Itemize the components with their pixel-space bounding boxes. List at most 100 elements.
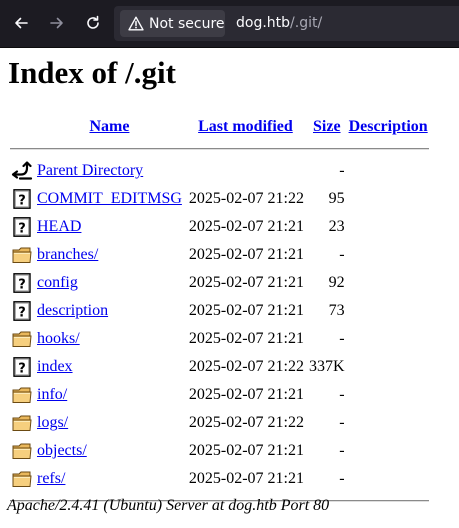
row-name-cell: description <box>36 298 183 324</box>
unknown-file-icon: ? <box>11 357 33 377</box>
url-bar[interactable]: Not secure dog.htb/.git/ <box>114 6 459 41</box>
folder-icon <box>11 469 33 489</box>
file-link[interactable]: index <box>37 358 73 375</box>
directory-listing: Name Last modified Size Description Pare… <box>8 112 431 510</box>
svg-text:?: ? <box>18 194 26 209</box>
row-modified-cell: 2025-02-07 21:22 <box>188 190 304 207</box>
table-row: ? HEAD 2025-02-07 21:21 23 <box>10 214 429 240</box>
row-modified-cell: 2025-02-07 21:22 <box>188 358 304 375</box>
row-description-cell <box>348 298 429 324</box>
table-row: info/2025-02-07 21:21 - <box>10 382 429 408</box>
row-icon-cell <box>10 438 34 464</box>
row-modified-cell: 2025-02-07 21:21 <box>188 218 304 235</box>
server-signature: Apache/2.4.41 (Ubuntu) Server at dog.htb… <box>7 497 330 514</box>
description-column-header: Description <box>348 114 429 140</box>
security-indicator[interactable]: Not secure <box>120 10 225 37</box>
svg-text:?: ? <box>18 278 26 293</box>
row-modified-cell: 2025-02-07 21:22 <box>188 414 304 431</box>
file-link[interactable]: COMMIT_EDITMSG <box>37 190 182 207</box>
folder-icon <box>11 413 33 433</box>
row-icon-cell <box>10 410 34 436</box>
header-divider <box>10 148 429 150</box>
arrow-right-icon <box>50 17 63 29</box>
forward-button[interactable] <box>43 9 71 37</box>
row-description-cell <box>348 326 429 352</box>
row-size-cell: 23 <box>328 218 345 235</box>
row-name-cell: HEAD <box>36 214 183 240</box>
row-description-cell <box>348 270 429 296</box>
folder-icon <box>11 245 33 265</box>
page-title: Index of /.git <box>8 55 176 90</box>
url-text[interactable]: dog.htb/.git/ <box>236 15 322 31</box>
row-description-cell <box>348 410 429 436</box>
row-size-cell: - <box>339 414 345 431</box>
row-modified-cell: 2025-02-07 21:21 <box>188 246 304 263</box>
header-row: Name Last modified Size Description <box>10 114 429 140</box>
row-description-cell <box>348 466 429 492</box>
row-modified-cell: 2025-02-07 21:21 <box>188 274 304 291</box>
table-row: ? description 2025-02-07 21:21 73 <box>10 298 429 324</box>
row-description-cell <box>348 382 429 408</box>
row-name-cell: Parent Directory <box>36 158 183 184</box>
file-link[interactable]: description <box>37 302 108 319</box>
row-icon-cell <box>10 242 34 268</box>
file-link[interactable]: Parent Directory <box>37 162 143 179</box>
row-icon-cell: ? <box>10 354 34 380</box>
name-column-header: Name <box>36 114 183 140</box>
file-link[interactable]: branches/ <box>37 246 98 263</box>
row-description-cell <box>348 438 429 464</box>
row-icon-cell: ? <box>10 186 34 212</box>
table-row: branches/2025-02-07 21:21 - <box>10 242 429 268</box>
row-description-cell <box>348 354 429 380</box>
file-link[interactable]: config <box>37 274 78 291</box>
row-size-cell: 73 <box>328 302 345 319</box>
icon-column-header <box>10 114 34 140</box>
folder-icon <box>11 385 33 405</box>
row-description-cell <box>348 158 429 184</box>
folder-icon <box>11 329 33 349</box>
row-icon-cell <box>10 326 34 352</box>
sort-by-name-link[interactable]: Name <box>89 118 129 135</box>
table-row: hooks/2025-02-07 21:21 - <box>10 326 429 352</box>
row-modified-cell: 2025-02-07 21:21 <box>188 470 304 487</box>
file-link[interactable]: refs/ <box>37 470 65 487</box>
row-description-cell <box>348 214 429 240</box>
back-button[interactable] <box>7 9 35 37</box>
unknown-file-icon: ? <box>11 217 33 237</box>
warning-icon <box>128 16 144 31</box>
sort-by-size-link[interactable]: Size <box>313 118 341 135</box>
row-size-cell: - <box>339 246 345 263</box>
table-row: Parent Directory - <box>10 158 429 184</box>
svg-text:?: ? <box>18 306 26 321</box>
row-icon-cell <box>10 158 34 184</box>
table-row: objects/2025-02-07 21:21 - <box>10 438 429 464</box>
row-icon-cell <box>10 382 34 408</box>
sort-by-description-link[interactable]: Description <box>349 118 428 135</box>
reload-button[interactable] <box>79 9 107 37</box>
file-link[interactable]: objects/ <box>37 442 87 459</box>
row-name-cell: config <box>36 270 183 296</box>
header-divider-row <box>10 142 429 156</box>
unknown-file-icon: ? <box>11 189 33 209</box>
row-description-cell <box>348 186 429 212</box>
row-size-cell: - <box>339 442 345 459</box>
row-modified-cell: 2025-02-07 21:21 <box>188 330 304 347</box>
row-name-cell: branches/ <box>36 242 183 268</box>
row-size-cell: 92 <box>328 274 345 291</box>
file-link[interactable]: hooks/ <box>37 330 80 347</box>
row-size-cell: - <box>339 162 345 179</box>
file-link[interactable]: HEAD <box>37 218 81 235</box>
row-name-cell: refs/ <box>36 466 183 492</box>
row-size-cell: - <box>339 470 345 487</box>
row-name-cell: objects/ <box>36 438 183 464</box>
svg-text:?: ? <box>18 222 26 237</box>
table-row: refs/2025-02-07 21:21 - <box>10 466 429 492</box>
sort-by-modified-link[interactable]: Last modified <box>198 118 293 135</box>
row-name-cell: COMMIT_EDITMSG <box>36 186 183 212</box>
file-link[interactable]: logs/ <box>37 414 68 431</box>
row-icon-cell: ? <box>10 298 34 324</box>
size-column-header: Size <box>308 114 346 140</box>
svg-text:?: ? <box>18 362 26 377</box>
unknown-file-icon: ? <box>11 301 33 321</box>
file-link[interactable]: info/ <box>37 386 67 403</box>
